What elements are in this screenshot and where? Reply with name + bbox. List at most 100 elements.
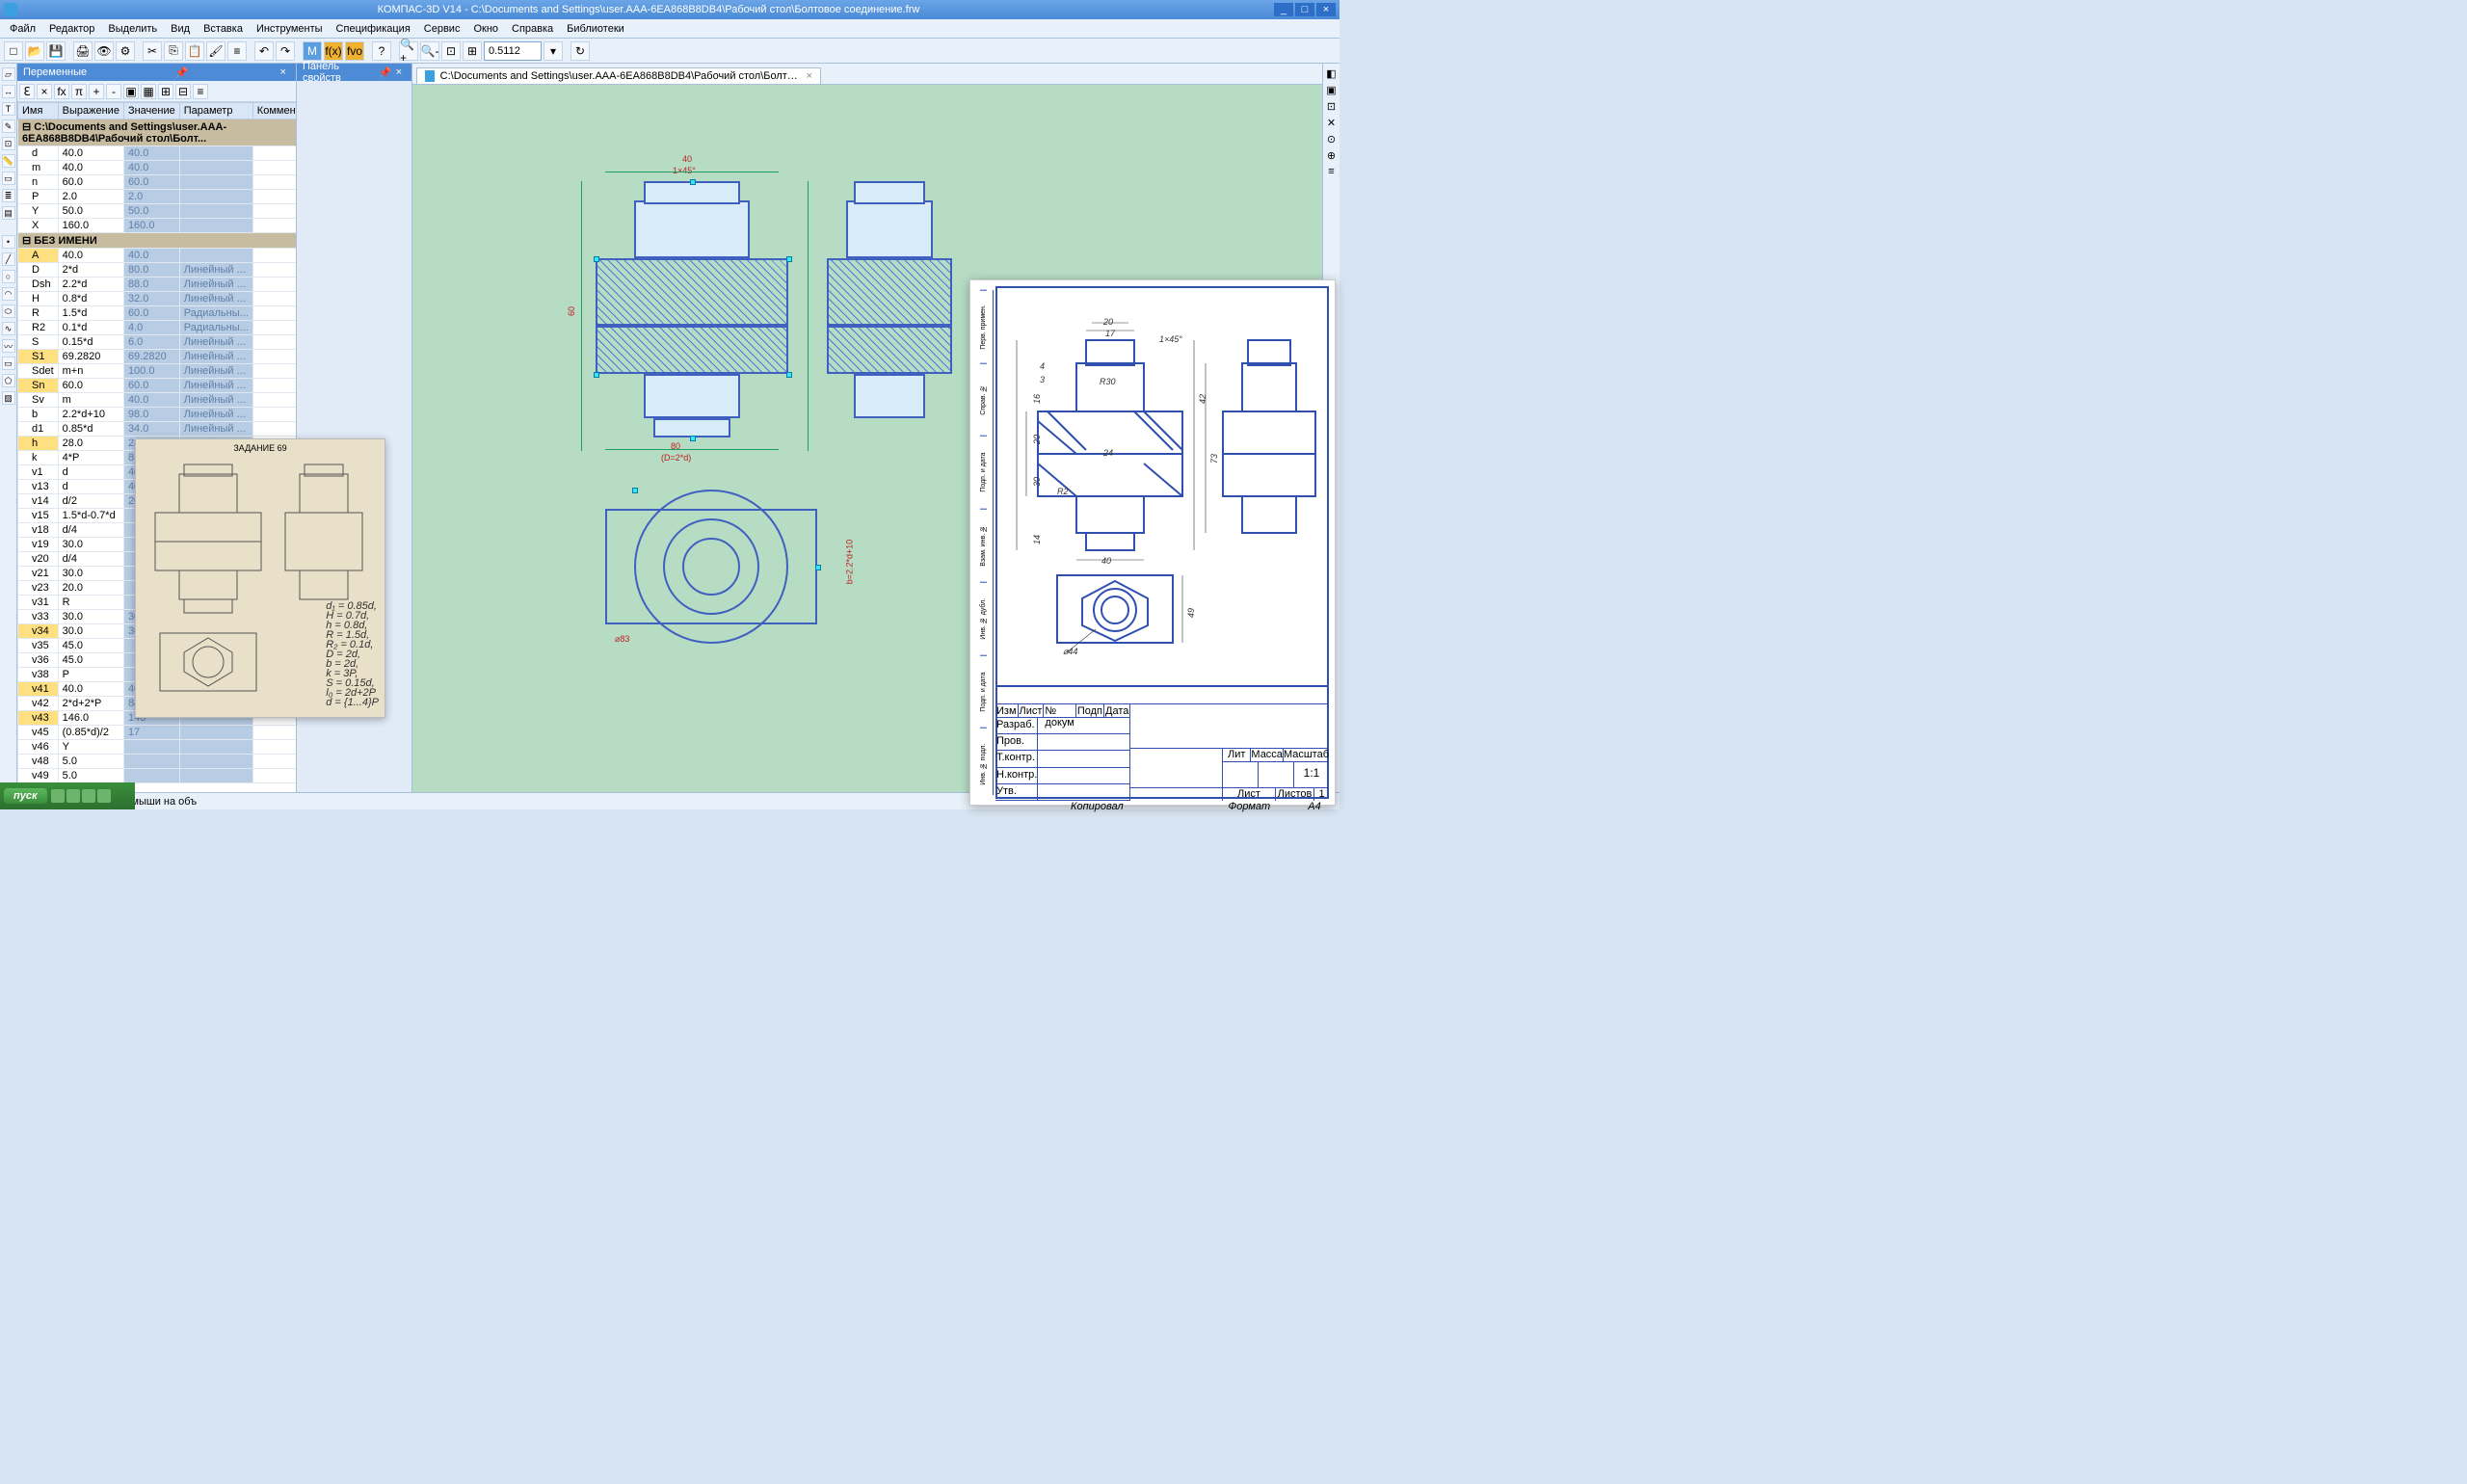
var-row[interactable]: d10.85*d34.0Линейный ...: [18, 422, 297, 437]
rtool-5[interactable]: ⊙: [1327, 133, 1336, 146]
var-tool-11[interactable]: ≡: [193, 84, 208, 99]
vtool-line[interactable]: ╱: [2, 252, 15, 266]
zoom-fit-button[interactable]: ⊞: [463, 41, 482, 61]
menu-edit[interactable]: Редактор: [43, 21, 100, 37]
tray-icon-1[interactable]: [51, 789, 65, 803]
zoom-input[interactable]: [484, 41, 542, 61]
menu-file[interactable]: Файл: [4, 21, 41, 37]
var-tool-7[interactable]: ▣: [123, 84, 139, 99]
vtool-circle[interactable]: ○: [2, 270, 15, 283]
var-tool-1[interactable]: ℇ: [19, 84, 35, 99]
rtool-6[interactable]: ⊕: [1327, 149, 1336, 162]
open-button[interactable]: 📂: [25, 41, 44, 61]
var-header[interactable]: Параметр: [179, 103, 252, 119]
var-row[interactable]: H0.8*d32.0Линейный ...: [18, 292, 297, 306]
var-row[interactable]: v485.0: [18, 755, 297, 769]
vars-button[interactable]: fvo: [345, 41, 364, 61]
var-group-path[interactable]: ⊟ C:\Documents and Settings\user.AAA-6EA…: [18, 119, 297, 146]
var-header[interactable]: Значение: [123, 103, 179, 119]
var-header[interactable]: Выражение: [58, 103, 123, 119]
var-row[interactable]: R1.5*d60.0Радиальны...: [18, 306, 297, 321]
menu-select[interactable]: Выделить: [102, 21, 163, 37]
refresh-button[interactable]: ↻: [570, 41, 590, 61]
var-row[interactable]: S169.282069.2820Линейный ...: [18, 350, 297, 364]
rtool-4[interactable]: ✕: [1327, 117, 1336, 129]
vtool-measure[interactable]: 📏: [2, 154, 15, 168]
var-row[interactable]: D2*d80.0Линейный ...: [18, 263, 297, 278]
vtool-rect[interactable]: ▭: [2, 357, 15, 370]
preview-button[interactable]: 👁: [94, 41, 114, 61]
properties-button[interactable]: ≡: [227, 41, 247, 61]
manager-button[interactable]: M: [303, 41, 322, 61]
var-row[interactable]: Svm40.0Линейный ...: [18, 393, 297, 408]
vtool-hatch[interactable]: ▨: [2, 391, 15, 405]
vtool-text[interactable]: T: [2, 102, 15, 116]
tray-icon-2[interactable]: [66, 789, 80, 803]
var-row[interactable]: P2.02.0: [18, 190, 297, 204]
var-header[interactable]: Комментарий: [252, 103, 296, 119]
var-row[interactable]: v45(0.85*d)/217: [18, 726, 297, 740]
menu-help[interactable]: Справка: [506, 21, 559, 37]
var-tool-6[interactable]: -: [106, 84, 121, 99]
fx-button[interactable]: f(x): [324, 41, 343, 61]
menu-insert[interactable]: Вставка: [198, 21, 249, 37]
redo-button[interactable]: ↷: [276, 41, 295, 61]
vtool-spline[interactable]: 〰: [2, 339, 15, 353]
menu-spec[interactable]: Спецификация: [331, 21, 416, 37]
menu-view[interactable]: Вид: [165, 21, 196, 37]
vtool-geometry[interactable]: ▱: [2, 67, 15, 81]
var-row[interactable]: b2.2*d+1098.0Линейный ...: [18, 408, 297, 422]
document-tab-close[interactable]: ×: [807, 70, 812, 82]
var-row[interactable]: Dsh2.2*d88.0Линейный ...: [18, 278, 297, 292]
close-button[interactable]: ×: [1316, 3, 1336, 16]
help-button[interactable]: ?: [372, 41, 391, 61]
menu-service[interactable]: Сервис: [418, 21, 466, 37]
var-header[interactable]: Имя: [18, 103, 59, 119]
var-row[interactable]: X160.0160.0: [18, 219, 297, 233]
menu-window[interactable]: Окно: [467, 21, 504, 37]
props-button[interactable]: ⚙: [116, 41, 135, 61]
vtool-param[interactable]: ⊡: [2, 137, 15, 150]
var-row[interactable]: A40.040.0: [18, 249, 297, 263]
tray-icon-4[interactable]: [97, 789, 111, 803]
document-tab[interactable]: C:\Documents and Settings\user.AAA-6EA86…: [416, 67, 821, 84]
copy-button[interactable]: ⎘: [164, 41, 183, 61]
undo-button[interactable]: ↶: [254, 41, 274, 61]
zoom-dropdown[interactable]: ▾: [544, 41, 563, 61]
var-tool-2[interactable]: ×: [37, 84, 52, 99]
vtool-spec[interactable]: ≣: [2, 189, 15, 202]
var-row[interactable]: v46Y: [18, 740, 297, 755]
var-row[interactable]: n60.060.0: [18, 175, 297, 190]
var-row[interactable]: Sdetm+n100.0Линейный ...: [18, 364, 297, 379]
rtool-3[interactable]: ⊡: [1327, 100, 1336, 113]
paste-button[interactable]: 📋: [185, 41, 204, 61]
zoom-out-button[interactable]: 🔍-: [420, 41, 439, 61]
vtool-arc[interactable]: ◠: [2, 287, 15, 301]
tray-icon-3[interactable]: [82, 789, 95, 803]
save-button[interactable]: 💾: [46, 41, 66, 61]
vtool-point[interactable]: •: [2, 235, 15, 249]
vtool-select[interactable]: ▭: [2, 172, 15, 185]
maximize-button[interactable]: □: [1295, 3, 1314, 16]
var-tool-9[interactable]: ⊞: [158, 84, 173, 99]
menu-tools[interactable]: Инструменты: [251, 21, 329, 37]
rtool-7[interactable]: ≡: [1328, 166, 1334, 177]
rtool-1[interactable]: ◧: [1326, 67, 1336, 80]
vtool-curve[interactable]: ∿: [2, 322, 15, 335]
vtool-edit[interactable]: ✎: [2, 119, 15, 133]
var-row[interactable]: R20.1*d4.0Радиальны...: [18, 321, 297, 335]
var-tool-8[interactable]: ▦: [141, 84, 156, 99]
var-row[interactable]: v495.0: [18, 769, 297, 783]
vtool-poly[interactable]: ⬠: [2, 374, 15, 387]
var-group-noname[interactable]: ⊟ БЕЗ ИМЕНИ: [18, 233, 297, 249]
start-button[interactable]: пуск: [4, 788, 47, 804]
cut-button[interactable]: ✂: [143, 41, 162, 61]
variables-panel-pin[interactable]: 📌: [174, 66, 188, 79]
print-button[interactable]: 🖨: [73, 41, 93, 61]
zoom-in-button[interactable]: 🔍+: [399, 41, 418, 61]
var-tool-3[interactable]: fx: [54, 84, 69, 99]
properties-panel-pin[interactable]: 📌: [379, 66, 392, 79]
var-tool-5[interactable]: +: [89, 84, 104, 99]
minimize-button[interactable]: _: [1274, 3, 1293, 16]
var-row[interactable]: Y50.050.0: [18, 204, 297, 219]
